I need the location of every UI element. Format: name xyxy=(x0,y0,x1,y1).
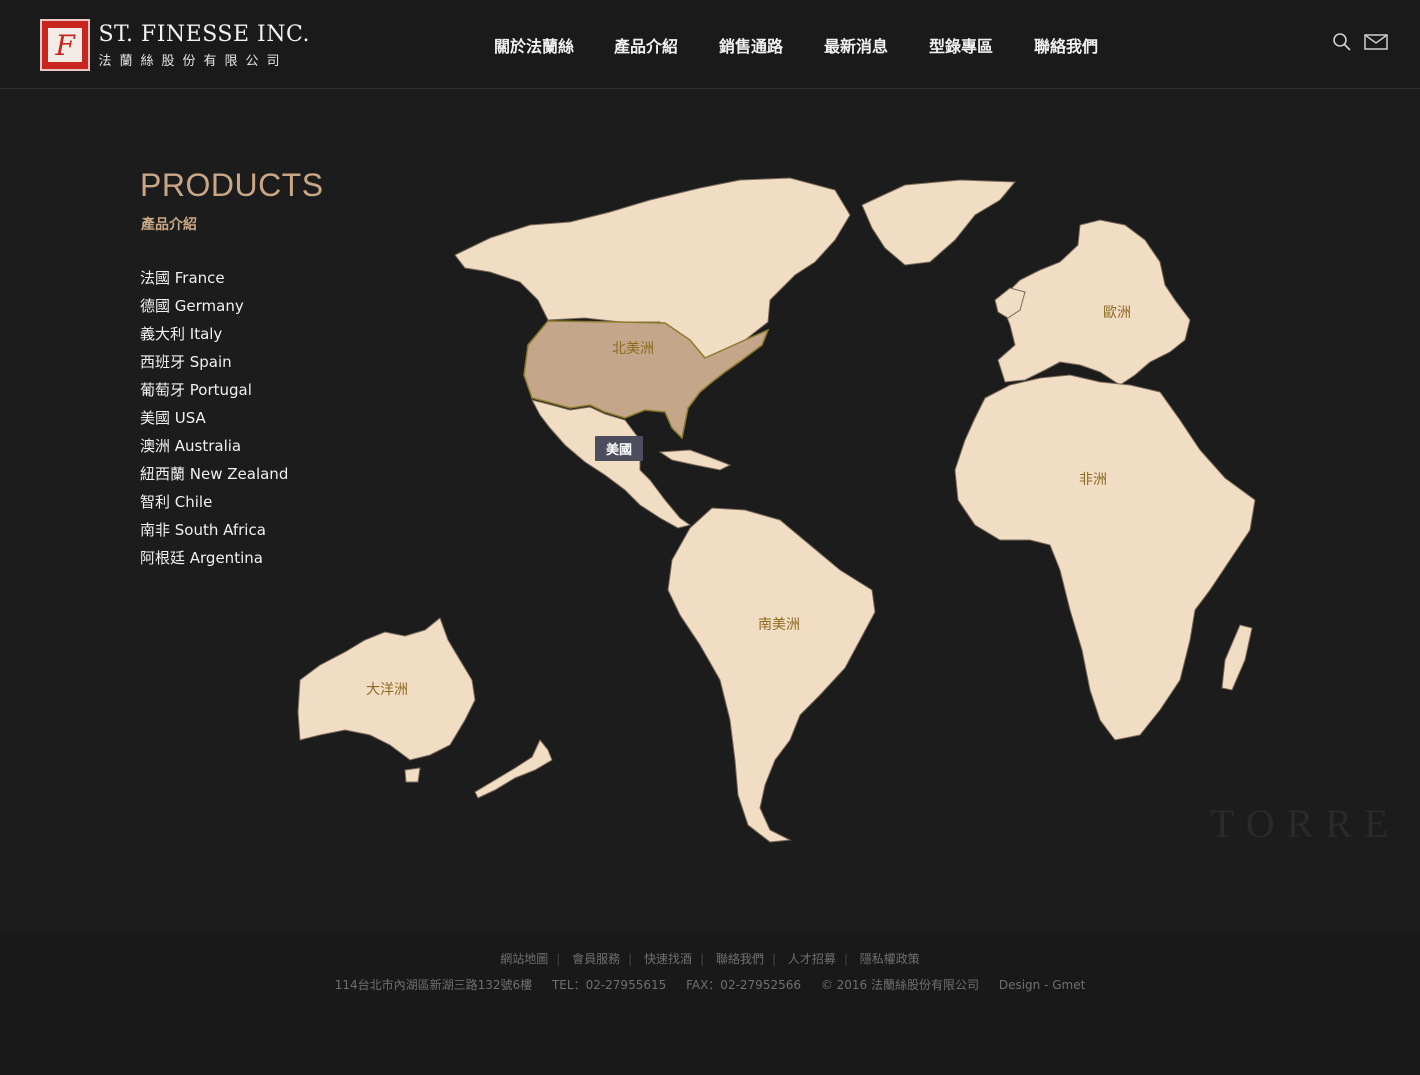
new-zealand-region[interactable] xyxy=(474,739,553,799)
country-new-zealand[interactable]: 紐西蘭 New Zealand xyxy=(140,464,288,492)
country-argentina[interactable]: 阿根廷 Argentina xyxy=(140,548,288,576)
label-europe: 歐洲 xyxy=(1103,305,1131,321)
nav-products[interactable]: 產品介紹 xyxy=(614,33,678,57)
page-subtitle: 產品介紹 xyxy=(141,217,197,233)
footer-sitemap-link[interactable]: 網站地圖 xyxy=(492,952,556,966)
country-italy[interactable]: 義大利 Italy xyxy=(140,324,288,352)
nav-channels[interactable]: 銷售通路 xyxy=(719,33,783,57)
footer-separator: | xyxy=(556,952,561,966)
label-africa: 非洲 xyxy=(1079,472,1107,488)
country-portugal[interactable]: 葡萄牙 Portugal xyxy=(140,380,288,408)
footer-separator: | xyxy=(628,952,633,966)
footer-info: 114台北市內湖區新湖三路132號6樓 TEL：02-27955615 FAX：… xyxy=(0,976,1420,993)
footer-design-credit[interactable]: Design - Gmet xyxy=(991,978,1093,992)
footer-tel: TEL：02-27955615 xyxy=(551,978,667,992)
country-germany[interactable]: 德國 Germany xyxy=(140,296,288,324)
country-list: 法國 France 德國 Germany 義大利 Italy 西班牙 Spain… xyxy=(140,268,288,576)
africa-region[interactable] xyxy=(954,374,1256,741)
footer-contact-link[interactable]: 聯絡我們 xyxy=(708,952,772,966)
header-icons xyxy=(1332,32,1388,52)
greenland-region[interactable] xyxy=(861,179,1017,266)
site-footer: 網站地圖 | 會員服務 | 快速找酒 | 聯絡我們 | 人才招募 | 隱私權政策 114台… xyxy=(0,933,1420,1075)
country-south-africa[interactable]: 南非 South Africa xyxy=(140,520,288,548)
caribbean-region[interactable] xyxy=(658,449,732,471)
search-icon[interactable] xyxy=(1332,32,1352,52)
country-france[interactable]: 法國 France xyxy=(140,268,288,296)
footer-careers-link[interactable]: 人才招募 xyxy=(780,952,844,966)
nav-about[interactable]: 關於法蘭絲 xyxy=(494,33,574,57)
nav-catalog[interactable]: 型錄專區 xyxy=(929,33,993,57)
country-spain[interactable]: 西班牙 Spain xyxy=(140,352,288,380)
world-map-svg: 北美洲 歐洲 非洲 南美洲 大洋洲 xyxy=(297,177,1256,843)
site-header: F ST. FINESSE INC. 法蘭絲股份有限公司 關於法蘭絲 產品介紹 … xyxy=(0,0,1420,89)
country-australia[interactable]: 澳洲 Australia xyxy=(140,436,288,464)
footer-separator: | xyxy=(843,952,848,966)
footer-copyright: © 2016 法蘭絲股份有限公司 xyxy=(820,978,979,992)
label-oceania: 大洋洲 xyxy=(366,682,408,698)
footer-wine-finder-link[interactable]: 快速找酒 xyxy=(636,952,700,966)
country-usa[interactable]: 美國 USA xyxy=(140,408,288,436)
world-map: 北美洲 歐洲 非洲 南美洲 大洋洲 xyxy=(280,150,1420,870)
central-america-region[interactable] xyxy=(531,399,692,529)
nav-news[interactable]: 最新消息 xyxy=(824,33,888,57)
footer-separator: | xyxy=(771,952,776,966)
europe-region[interactable] xyxy=(997,219,1191,386)
footer-links: 網站地圖 | 會員服務 | 快速找酒 | 聯絡我們 | 人才招募 | 隱私權政策 xyxy=(0,950,1420,967)
label-north-america: 北美洲 xyxy=(612,341,654,357)
main-nav: 關於法蘭絲 產品介紹 銷售通路 最新消息 型錄專區 聯絡我們 xyxy=(0,33,1420,57)
label-south-america: 南美洲 xyxy=(758,617,800,633)
map-tooltip: 美國 xyxy=(595,436,644,461)
footer-fax: FAX：02-27952566 xyxy=(686,978,801,992)
south-america-region[interactable] xyxy=(667,507,876,843)
nav-contact[interactable]: 聯絡我們 xyxy=(1034,33,1098,57)
footer-separator: | xyxy=(700,952,705,966)
footer-privacy-link[interactable]: 隱私權政策 xyxy=(852,952,928,966)
tasmania-region[interactable] xyxy=(404,767,421,783)
footer-member-link[interactable]: 會員服務 xyxy=(564,952,628,966)
footer-address: 114台北市內湖區新湖三路132號6樓 xyxy=(334,978,533,992)
madagascar-region[interactable] xyxy=(1221,624,1253,691)
mail-icon[interactable] xyxy=(1364,32,1388,52)
country-chile[interactable]: 智利 Chile xyxy=(140,492,288,520)
